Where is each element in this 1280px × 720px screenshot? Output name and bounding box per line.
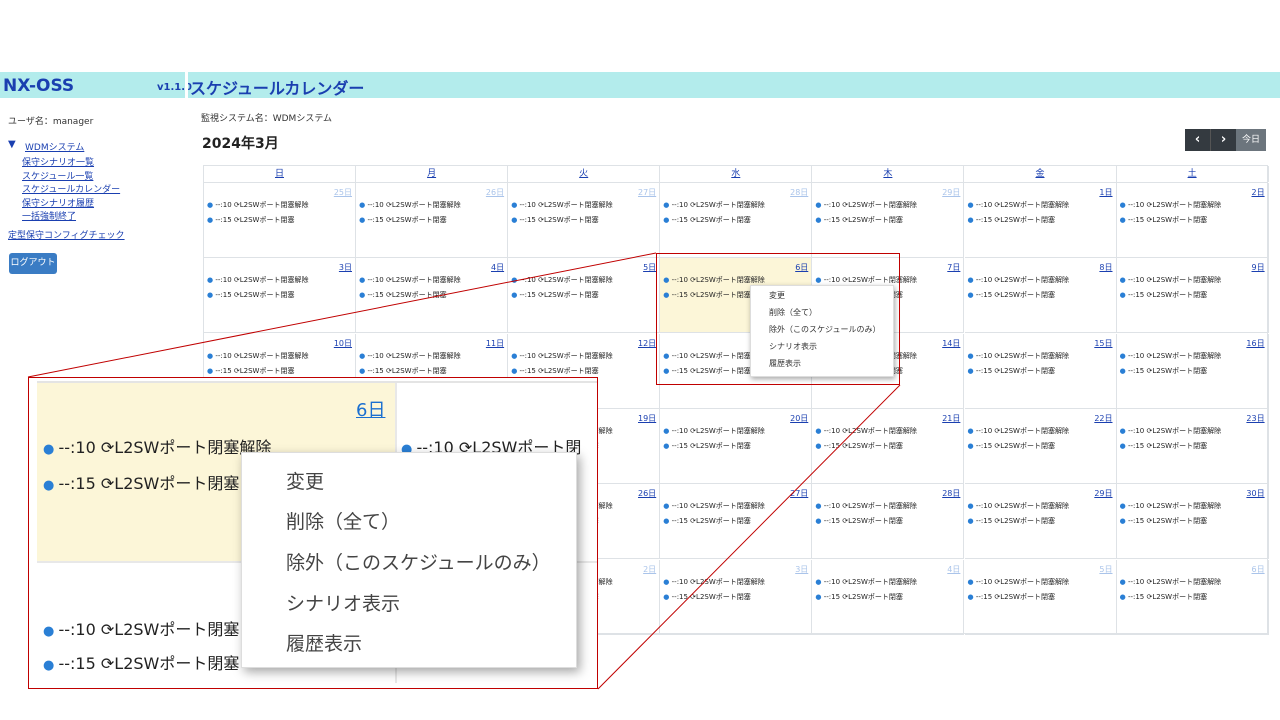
zoom-event[interactable]: ● --:15 ⟳L2SWポート閉塞 — [43, 470, 239, 494]
highlight-box — [656, 253, 900, 385]
zoom-event[interactable]: ● --:10 ⟳L2SWポート閉塞 — [43, 616, 239, 640]
zoom-event[interactable]: ● --:15 ⟳L2SWポート閉塞 — [43, 650, 239, 674]
zoom-day-number[interactable]: 6日 — [356, 396, 385, 422]
zoom-menu-item-delete-all[interactable]: 削除（全て） — [286, 507, 400, 534]
zoom-context-menu: 変更 削除（全て） 除外（このスケジュールのみ） シナリオ表示 履歴表示 — [241, 452, 577, 668]
zoom-menu-item-show-history[interactable]: 履歴表示 — [286, 629, 362, 656]
zoom-menu-item-exclude[interactable]: 除外（このスケジュールのみ） — [286, 548, 551, 575]
event-dot-icon: ● — [43, 624, 59, 639]
event-dot-icon: ● — [43, 658, 59, 673]
event-dot-icon: ● — [43, 478, 59, 493]
zoom-event[interactable]: ● --:10 ⟳L2SWポート閉塞解除 — [43, 434, 271, 458]
zoom-menu-item-edit[interactable]: 変更 — [286, 467, 324, 494]
event-dot-icon: ● — [43, 442, 59, 457]
zoom-callout: 6日 ● --:10 ⟳L2SWポート閉塞解除 ● --:15 ⟳L2SWポート… — [28, 377, 598, 689]
zoom-menu-item-show-scenario[interactable]: シナリオ表示 — [286, 589, 400, 616]
